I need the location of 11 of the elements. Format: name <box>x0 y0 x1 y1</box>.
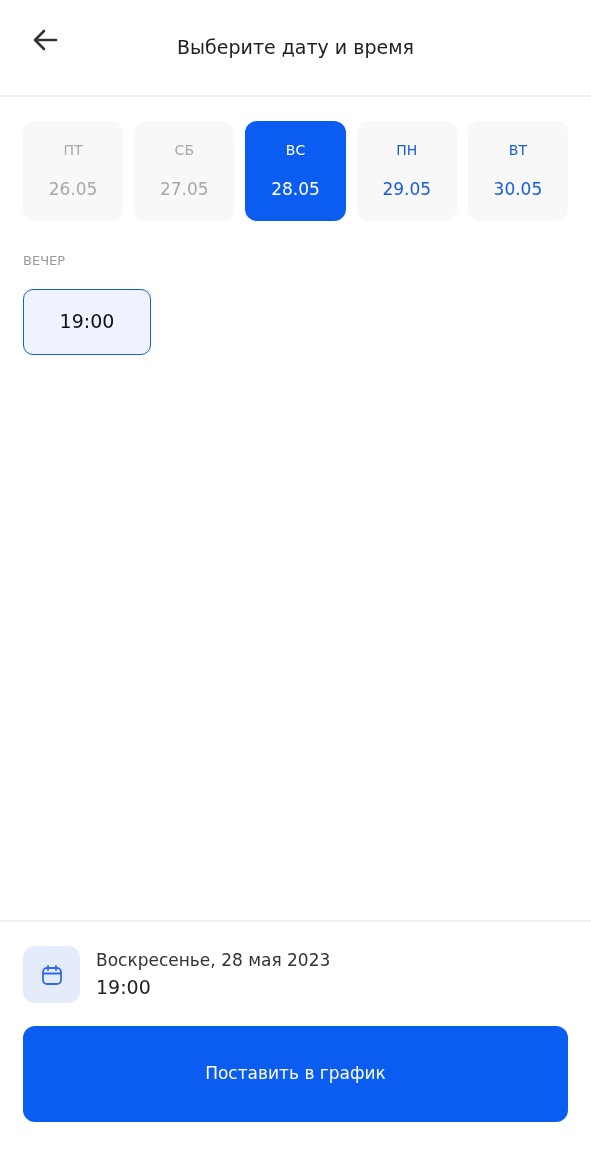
summary-time: 19:00 <box>96 975 152 1000</box>
calendar-icon <box>40 963 63 986</box>
screen-title: Выберите дату и время <box>177 36 414 59</box>
day-tab[interactable]: ВС 28.05 <box>245 121 346 221</box>
time-slot-button[interactable]: 19:00 <box>23 288 151 355</box>
back-arrow-icon <box>32 28 58 52</box>
day-tab[interactable]: ПН 29.05 <box>356 121 457 221</box>
section-label: ВЕЧЕР <box>23 252 67 270</box>
summary-date: Воскресенье, 28 мая 2023 <box>96 948 331 972</box>
schedule-button[interactable]: Поставить в график <box>23 1026 568 1122</box>
day-tab[interactable]: ВТ 30.05 <box>467 121 568 221</box>
